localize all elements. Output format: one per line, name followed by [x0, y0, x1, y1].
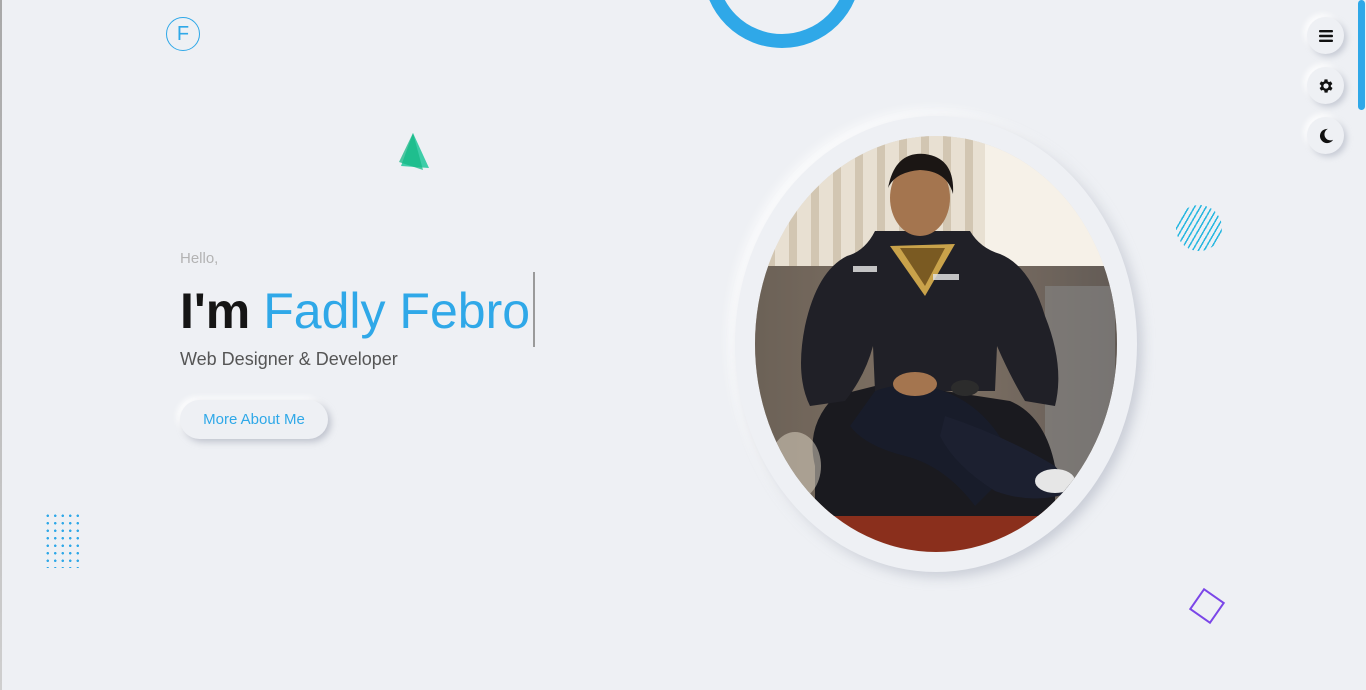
- hero-subtitle: Web Designer & Developer: [180, 349, 398, 369]
- settings-button[interactable]: [1307, 67, 1344, 104]
- hero-greeting: Hello,: [180, 250, 219, 267]
- scrollbar[interactable]: [1357, 0, 1366, 690]
- theme-toggle-button[interactable]: [1307, 117, 1344, 154]
- profile-photo: [755, 136, 1117, 552]
- hero-name: Fadly Febro: [263, 283, 531, 339]
- hero-title: I'm Fadly Febro: [180, 271, 536, 347]
- ring-shape: [703, 0, 861, 48]
- moon-icon: [1319, 128, 1333, 143]
- page: F Hello, I'm Fadly Febro Web Designer & …: [0, 0, 1366, 690]
- menu-button[interactable]: [1307, 17, 1344, 54]
- menu-icon: [1318, 29, 1333, 42]
- logo[interactable]: F: [166, 17, 200, 51]
- scrollbar-thumb[interactable]: [1358, 0, 1365, 110]
- more-about-me-button[interactable]: More About Me: [180, 400, 328, 439]
- typing-cursor: [533, 271, 536, 347]
- window-edge: [0, 0, 2, 690]
- logo-letter: F: [176, 22, 190, 45]
- hero-title-prefix: I'm: [180, 283, 251, 339]
- triangle-shape: [399, 133, 429, 170]
- gear-icon: [1319, 78, 1333, 93]
- diamond-shape: [1188, 587, 1226, 625]
- dot-grid-shape: [44, 512, 84, 568]
- striped-circle-shape: [1176, 205, 1222, 251]
